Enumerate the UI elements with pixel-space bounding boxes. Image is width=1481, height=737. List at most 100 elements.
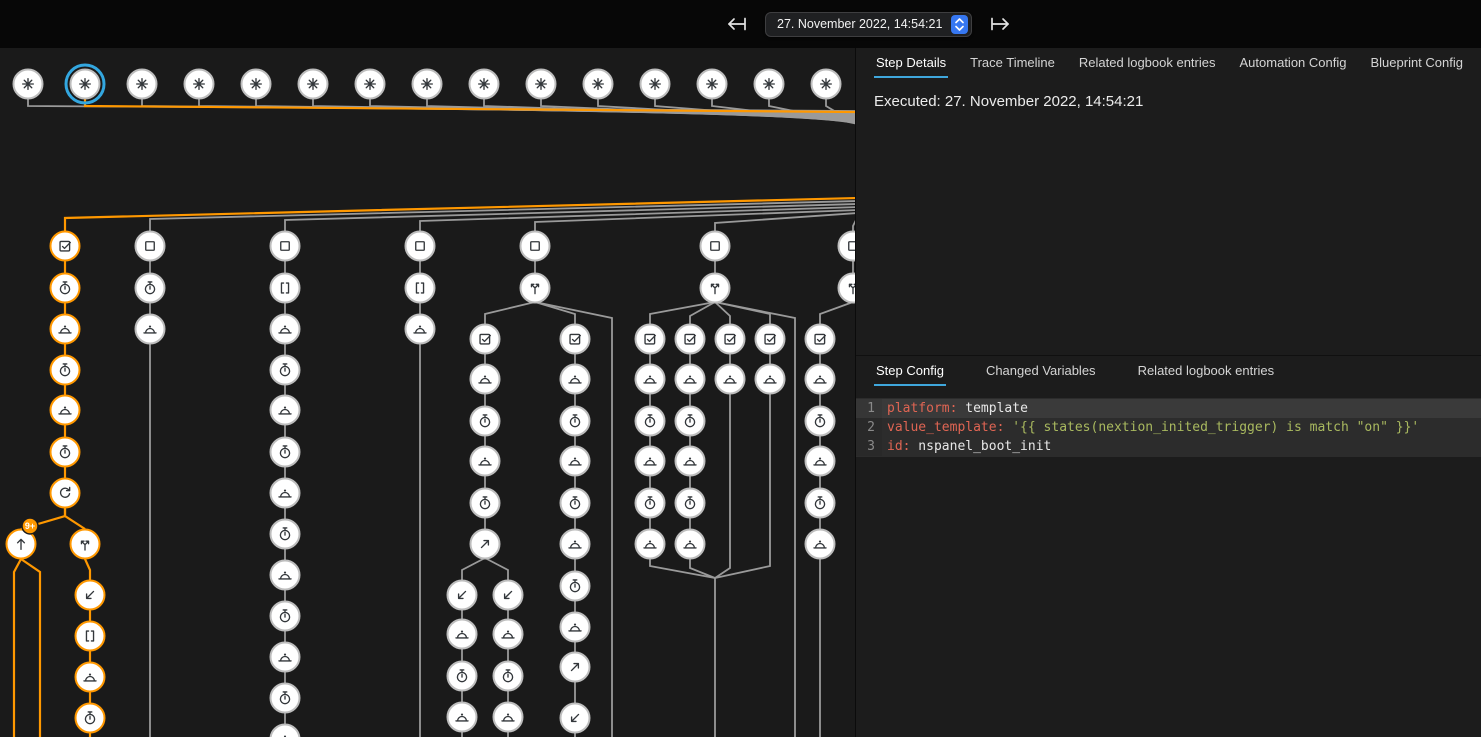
graph-node-timer[interactable] (76, 704, 105, 733)
graph-node-dome[interactable] (494, 620, 523, 649)
graph-node-dome[interactable] (561, 613, 590, 642)
graph-node-brackets[interactable] (76, 622, 105, 651)
graph-node-timer[interactable] (271, 356, 300, 385)
graph-node-dome[interactable] (716, 365, 745, 394)
graph-node-call-split[interactable] (71, 530, 100, 559)
graph-node-asterisk[interactable] (185, 70, 214, 99)
graph-node-asterisk[interactable] (755, 70, 784, 99)
graph-node-brackets[interactable] (406, 274, 435, 303)
graph-node-dome[interactable] (676, 447, 705, 476)
graph-node-asterisk[interactable] (470, 70, 499, 99)
graph-node-dome[interactable] (136, 315, 165, 344)
graph-node-dome[interactable] (51, 396, 80, 425)
graph-node-square[interactable] (701, 232, 730, 261)
graph-node-dome[interactable] (561, 365, 590, 394)
graph-node-arrow-sw[interactable] (494, 581, 523, 610)
graph-node-dome[interactable] (271, 315, 300, 344)
graph-node-square[interactable] (271, 232, 300, 261)
graph-node-asterisk[interactable] (14, 70, 43, 99)
graph-node-timer[interactable] (676, 407, 705, 436)
graph-node-checkbox[interactable] (561, 325, 590, 354)
graph-node-dome[interactable] (271, 561, 300, 590)
trace-graph-pane[interactable]: 9+ (0, 48, 855, 737)
graph-node-arrow-sw[interactable] (448, 581, 477, 610)
graph-node-asterisk[interactable] (698, 70, 727, 99)
graph-node-dome[interactable] (806, 530, 835, 559)
graph-node-asterisk[interactable] (812, 70, 841, 99)
graph-node-timer[interactable] (136, 274, 165, 303)
graph-node-asterisk[interactable] (641, 70, 670, 99)
graph-node-arrow-ne[interactable] (471, 530, 500, 559)
graph-node-asterisk[interactable] (66, 65, 104, 103)
graph-node-asterisk[interactable] (128, 70, 157, 99)
tab-step-config[interactable]: Step Config (874, 356, 946, 386)
graph-node-dome[interactable] (806, 365, 835, 394)
graph-node-timer[interactable] (271, 684, 300, 713)
graph-node-timer[interactable] (561, 489, 590, 518)
graph-node-square[interactable] (839, 232, 856, 261)
graph-node-decision[interactable] (701, 274, 730, 303)
tab-related-logbook-entries[interactable]: Related logbook entries (1077, 48, 1218, 78)
graph-node-dome[interactable] (271, 725, 300, 737)
graph-node-timer[interactable] (271, 520, 300, 549)
graph-node-dome[interactable] (271, 396, 300, 425)
graph-node-asterisk[interactable] (299, 70, 328, 99)
graph-node-checkbox[interactable] (471, 325, 500, 354)
graph-node-dome[interactable] (271, 643, 300, 672)
graph-node-dome[interactable] (76, 663, 105, 692)
previous-trace-button[interactable] (722, 13, 752, 35)
graph-node-timer[interactable] (636, 489, 665, 518)
graph-node-square[interactable] (136, 232, 165, 261)
graph-node-dome[interactable] (636, 530, 665, 559)
tab-trace-timeline[interactable]: Trace Timeline (968, 48, 1057, 78)
tab-changed-variables[interactable]: Changed Variables (984, 356, 1098, 386)
graph-node-arrow-sw[interactable] (76, 581, 105, 610)
graph-node-asterisk[interactable] (584, 70, 613, 99)
graph-node-dome[interactable] (494, 703, 523, 732)
graph-node-square[interactable] (521, 232, 550, 261)
graph-node-dome[interactable] (406, 315, 435, 344)
graph-node-asterisk[interactable] (527, 70, 556, 99)
graph-node-dome[interactable] (471, 447, 500, 476)
graph-node-asterisk[interactable] (413, 70, 442, 99)
graph-node-dome[interactable] (448, 703, 477, 732)
next-trace-button[interactable] (985, 13, 1015, 35)
graph-node-timer[interactable] (806, 407, 835, 436)
graph-node-decision[interactable] (839, 274, 856, 303)
graph-node-timer[interactable] (494, 662, 523, 691)
graph-node-dome[interactable] (756, 365, 785, 394)
graph-node-arrow-ne[interactable] (561, 653, 590, 682)
graph-node-timer[interactable] (471, 489, 500, 518)
graph-node-dome[interactable] (636, 447, 665, 476)
graph-node-dome[interactable] (636, 365, 665, 394)
graph-node-dome[interactable] (561, 447, 590, 476)
graph-node-timer[interactable] (51, 274, 80, 303)
trace-select[interactable]: 27. November 2022, 14:54:21 (765, 12, 972, 37)
graph-node-checkbox[interactable] (756, 325, 785, 354)
graph-node-square[interactable] (406, 232, 435, 261)
graph-node-checkbox[interactable] (716, 325, 745, 354)
graph-node-asterisk[interactable] (356, 70, 385, 99)
graph-node-timer[interactable] (561, 572, 590, 601)
graph-node-timer[interactable] (51, 438, 80, 467)
graph-node-dome[interactable] (448, 620, 477, 649)
graph-node-timer[interactable] (271, 438, 300, 467)
graph-node-dome[interactable] (51, 315, 80, 344)
graph-node-timer[interactable] (561, 407, 590, 436)
tab-blueprint-config[interactable]: Blueprint Config (1368, 48, 1465, 78)
graph-node-dome[interactable] (271, 479, 300, 508)
graph-node-timer[interactable] (676, 489, 705, 518)
tab-automation-config[interactable]: Automation Config (1238, 48, 1349, 78)
graph-node-checkbox[interactable] (806, 325, 835, 354)
graph-node-brackets[interactable] (271, 274, 300, 303)
graph-node-dome[interactable] (676, 530, 705, 559)
graph-node-arrow-sw[interactable] (561, 704, 590, 733)
graph-node-dome[interactable] (806, 447, 835, 476)
tab-related-logbook-entries[interactable]: Related logbook entries (1136, 356, 1277, 386)
graph-node-decision[interactable] (521, 274, 550, 303)
code-editor[interactable]: 1platform: template2value_template: '{{ … (856, 398, 1481, 457)
tab-step-details[interactable]: Step Details (874, 48, 948, 78)
graph-node-timer[interactable] (271, 602, 300, 631)
graph-node-asterisk[interactable] (242, 70, 271, 99)
graph-node-checkbox[interactable] (676, 325, 705, 354)
